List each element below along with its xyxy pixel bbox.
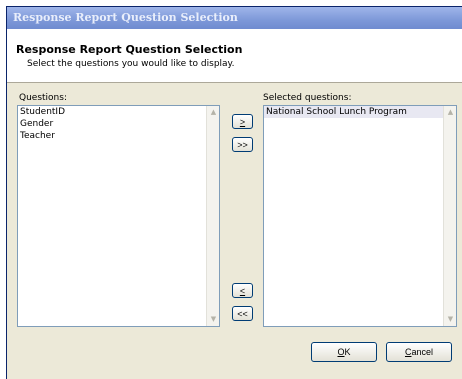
- question-item-studentid[interactable]: StudentID: [18, 106, 206, 118]
- ok-button[interactable]: OK: [311, 342, 377, 362]
- selected-item-nslp[interactable]: National School Lunch Program: [264, 106, 443, 118]
- question-item-gender[interactable]: Gender: [18, 118, 206, 130]
- selected-questions-label: Selected questions:: [263, 93, 352, 103]
- cancel-button[interactable]: Cancel: [386, 342, 452, 362]
- window-title: Response Report Question Selection: [7, 7, 462, 29]
- questions-list[interactable]: StudentID Gender Teacher ▲ ▼: [17, 105, 220, 327]
- ok-accel: O: [337, 347, 345, 357]
- questions-scrollbar[interactable]: ▲ ▼: [206, 106, 219, 326]
- add-one-button[interactable]: >: [232, 114, 253, 129]
- header-subtitle: Select the questions you would like to d…: [27, 59, 235, 69]
- header-title: Response Report Question Selection: [16, 43, 243, 56]
- remove-all-button[interactable]: <<: [232, 306, 253, 321]
- add-all-button[interactable]: >>: [232, 137, 253, 152]
- scroll-up-icon[interactable]: ▲: [208, 107, 219, 118]
- scroll-down-icon[interactable]: ▼: [208, 314, 219, 325]
- questions-items: StudentID Gender Teacher: [18, 106, 206, 142]
- cancel-rest: ancel: [411, 347, 433, 357]
- remove-one-button[interactable]: <: [232, 283, 253, 298]
- ok-rest: K: [344, 347, 351, 357]
- dialog-window: Response Report Question Selection Respo…: [6, 6, 462, 379]
- question-item-teacher[interactable]: Teacher: [18, 130, 206, 142]
- scroll-down-icon[interactable]: ▼: [445, 314, 456, 325]
- scroll-up-icon[interactable]: ▲: [445, 107, 456, 118]
- remove-one-label: <: [239, 285, 246, 296]
- add-one-label: >: [239, 116, 246, 127]
- selected-scrollbar[interactable]: ▲ ▼: [443, 106, 456, 326]
- selected-items: National School Lunch Program: [264, 106, 443, 118]
- selected-questions-list[interactable]: National School Lunch Program ▲ ▼: [263, 105, 457, 327]
- questions-label: Questions:: [19, 93, 67, 103]
- dialog-header: Response Report Question Selection Selec…: [7, 29, 462, 83]
